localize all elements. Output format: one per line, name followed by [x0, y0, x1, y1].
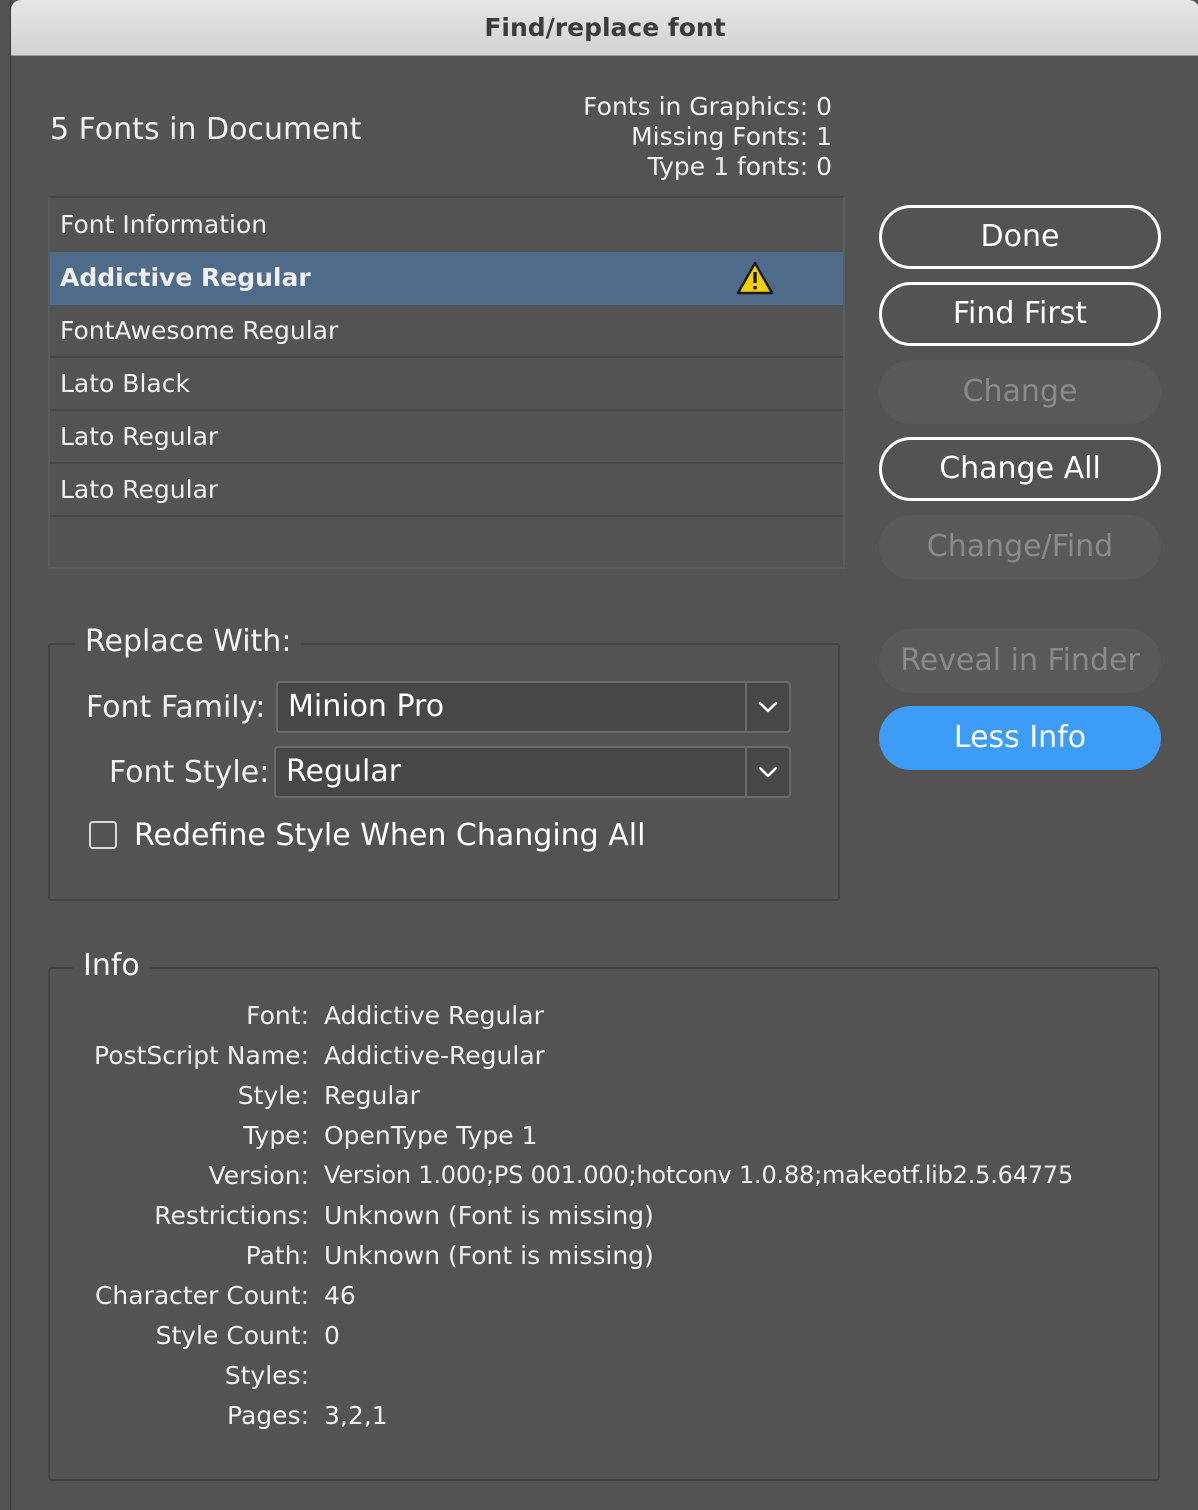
font-row[interactable]: Lato Regular: [50, 464, 843, 517]
font-family-select[interactable]: Minion Pro: [276, 681, 791, 733]
info-key: Style Count:: [155, 1321, 309, 1350]
info-value: Addictive-Regular: [324, 1041, 545, 1070]
window-title: Find/replace font: [11, 0, 1198, 56]
info-key: Version:: [208, 1161, 309, 1190]
font-family-label: Font Family:: [86, 690, 266, 725]
font-row[interactable]: Addictive Regular: [50, 252, 843, 305]
info-value: Addictive Regular: [324, 1001, 544, 1030]
info-key: Pages:: [227, 1401, 309, 1430]
fonts-in-document-label: 5 Fonts in Document: [50, 112, 362, 147]
info-key: Style:: [237, 1081, 309, 1110]
change-find-button[interactable]: Change/Find: [879, 515, 1161, 579]
font-style-value: Regular: [286, 754, 402, 789]
info-legend: Info: [73, 948, 150, 983]
info-value: 0: [324, 1321, 340, 1350]
dropdown-arrow[interactable]: [745, 748, 789, 796]
info-key: Styles:: [224, 1361, 309, 1390]
find-replace-font-dialog: Find/replace font 5 Fonts in Document Fo…: [10, 0, 1198, 1510]
font-row-label: FontAwesome Regular: [60, 316, 339, 345]
font-row-label: Lato Regular: [60, 422, 219, 451]
font-row-empty: [50, 517, 843, 572]
fonts-in-graphics-stat: Fonts in Graphics: 0: [583, 92, 832, 121]
font-row[interactable]: Lato Black: [50, 358, 843, 411]
font-list-header: Font Information: [60, 210, 268, 239]
font-row[interactable]: Lato Regular: [50, 411, 843, 464]
find-first-button[interactable]: Find First: [879, 282, 1161, 346]
font-style-label: Font Style:: [109, 755, 270, 790]
font-row[interactable]: FontAwesome Regular: [50, 305, 843, 358]
info-key: Path:: [245, 1241, 309, 1270]
warning-triangle-icon: [736, 261, 774, 295]
font-style-select[interactable]: Regular: [274, 746, 791, 798]
change-button[interactable]: Change: [879, 360, 1161, 424]
info-key: PostScript Name:: [94, 1041, 309, 1070]
chevron-down-icon: [758, 766, 778, 778]
replace-with-legend: Replace With:: [75, 624, 302, 659]
font-row-label: Lato Black: [60, 369, 190, 398]
info-key: Font:: [246, 1001, 309, 1030]
info-key: Type:: [243, 1121, 309, 1150]
font-list[interactable]: Font Information Addictive Regular FontA…: [48, 196, 845, 569]
less-info-button[interactable]: Less Info: [879, 706, 1161, 770]
info-key: Restrictions:: [154, 1201, 309, 1230]
missing-fonts-stat: Missing Fonts: 1: [631, 122, 832, 151]
info-value: Unknown (Font is missing): [324, 1241, 654, 1270]
redefine-style-checkbox[interactable]: [89, 821, 117, 849]
redefine-style-label[interactable]: Redefine Style When Changing All: [134, 818, 645, 853]
font-row-label: Lato Regular: [60, 475, 219, 504]
reveal-in-finder-button[interactable]: Reveal in Finder: [879, 629, 1161, 693]
info-value: Regular: [324, 1081, 420, 1110]
font-family-value: Minion Pro: [288, 689, 445, 724]
change-all-button[interactable]: Change All: [879, 437, 1161, 501]
info-value: Unknown (Font is missing): [324, 1201, 654, 1230]
dropdown-arrow[interactable]: [745, 683, 789, 731]
info-key: Character Count:: [94, 1281, 309, 1310]
info-value: OpenType Type 1: [324, 1121, 538, 1150]
chevron-down-icon: [758, 701, 778, 713]
info-value: Version 1.000;PS 001.000;hotconv 1.0.88;…: [324, 1161, 1074, 1189]
font-row-label: Addictive Regular: [60, 263, 311, 292]
type1-fonts-stat: Type 1 fonts: 0: [647, 152, 832, 181]
info-value: 3,2,1: [324, 1401, 388, 1430]
info-value: 46: [324, 1281, 356, 1310]
done-button[interactable]: Done: [879, 205, 1161, 269]
